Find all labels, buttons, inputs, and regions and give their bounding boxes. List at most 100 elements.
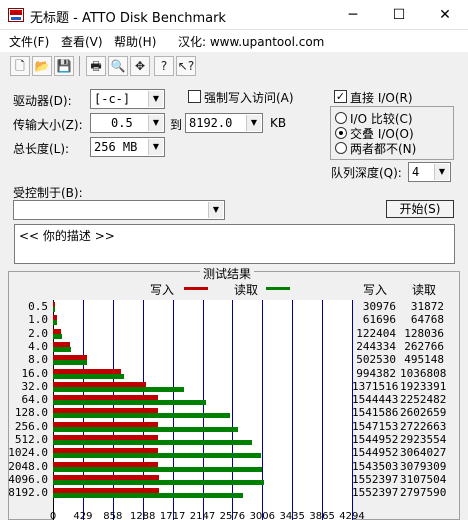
write-value: 1552397: [352, 486, 399, 500]
total-length-value: 256 MB: [94, 140, 138, 154]
read-value: 3064027: [400, 446, 447, 460]
read-bar: [53, 440, 252, 445]
read-value: 2722663: [400, 419, 447, 433]
y-tick-label: 0.5: [28, 300, 48, 313]
chevron-down-icon: ▼: [208, 202, 223, 218]
y-tick-label: 512.0: [14, 433, 48, 446]
queue-depth-label: 队列深度(Q):: [331, 166, 402, 180]
read-bar: [53, 400, 207, 406]
y-tick-label: 8.0: [28, 353, 48, 367]
read-bar: [53, 479, 265, 485]
write-value: 1371516: [352, 379, 399, 393]
menu-file[interactable]: 文件(F): [9, 33, 49, 50]
toolbar-separator: [79, 56, 80, 76]
read-value: 2923554: [400, 433, 447, 446]
controlled-by-select[interactable]: ▼: [13, 200, 225, 220]
chart-gridline: [292, 300, 294, 520]
total-length-label: 总长度(L):: [13, 142, 70, 156]
write-value: 1547153: [352, 419, 399, 433]
drive-label: 驱动器(D):: [13, 94, 72, 108]
total-length-select[interactable]: 256 MB ▼: [90, 137, 165, 157]
transfer-from-select[interactable]: 0.5 ▼: [90, 113, 165, 133]
move-icon[interactable]: ✥: [130, 56, 150, 76]
print-preview-icon[interactable]: 🔍: [108, 56, 128, 76]
chart-gridline: [262, 300, 264, 520]
read-value: 1036808: [400, 366, 447, 380]
neither-radio[interactable]: [335, 142, 347, 154]
y-tick-label: 256.0: [14, 419, 48, 433]
read-bar: [53, 307, 56, 312]
read-value: 262766: [404, 339, 444, 353]
direct-io-checkbox[interactable]: ✓: [334, 90, 347, 103]
minimize-button[interactable]: ─: [330, 0, 376, 30]
write-value: 1544952: [352, 433, 399, 446]
transfer-to-label: 到: [170, 118, 183, 132]
menu-view[interactable]: 查看(V): [61, 33, 103, 50]
x-tick-label: 4294: [339, 511, 365, 520]
read-bar: [53, 386, 184, 392]
help-icon[interactable]: ?: [154, 56, 174, 76]
queue-depth-value: 4: [412, 165, 420, 179]
description-text: << 你的描述 >>: [19, 229, 115, 243]
description-textarea[interactable]: << 你的描述 >>: [14, 224, 455, 264]
menu-help[interactable]: 帮助(H): [114, 33, 156, 50]
write-value: 994382: [356, 366, 396, 380]
start-button[interactable]: 开始(S): [386, 200, 454, 218]
transfer-to-value: 8192.0: [189, 116, 233, 130]
chart-gridline: [322, 300, 324, 520]
new-file-icon[interactable]: 🗋: [10, 56, 30, 76]
chevron-down-icon: ▼: [148, 91, 163, 107]
chevron-down-icon: ▼: [246, 115, 261, 131]
chevron-down-icon: ▼: [148, 115, 163, 131]
chevron-down-icon: ▼: [434, 164, 449, 180]
read-value: 31872: [410, 300, 444, 313]
transfer-from-value: 0.5: [111, 116, 133, 130]
y-tick-label: 2.0: [28, 326, 48, 340]
print-icon[interactable]: 🖶: [86, 56, 106, 76]
read-bar: [53, 493, 244, 499]
read-bar: [53, 466, 263, 472]
read-value: 495148: [404, 353, 444, 367]
write-value: 1552397: [352, 472, 399, 486]
transfer-size-label: 传输大小(Z):: [13, 118, 83, 132]
read-bar: [53, 346, 71, 352]
save-icon[interactable]: 💾: [54, 56, 74, 76]
window-title: 无标题 - ATTO Disk Benchmark: [30, 11, 226, 26]
open-folder-icon[interactable]: 📂: [32, 56, 52, 76]
write-value: 1541586: [352, 406, 399, 420]
y-tick-label: 4096.0: [8, 472, 48, 486]
read-value: 3107504: [400, 472, 447, 486]
read-value: 2252482: [400, 393, 447, 407]
drive-value: [-c-]: [94, 92, 131, 106]
read-bar: [53, 453, 262, 459]
force-write-checkbox[interactable]: [188, 90, 201, 103]
read-bar: [53, 373, 124, 379]
column-write-header: 写入: [363, 283, 388, 297]
controlled-by-label: 受控制于(B):: [13, 186, 83, 200]
legend-read-label: 读取: [234, 283, 259, 297]
overlapped-io-radio[interactable]: [335, 127, 347, 139]
read-bar: [53, 360, 87, 366]
read-value: 2797590: [400, 486, 447, 500]
read-bar: [53, 320, 58, 326]
write-value: 122404: [356, 326, 396, 340]
read-value: 64768: [410, 313, 444, 327]
menu-localization[interactable]: 汉化: www.upantool.com: [178, 33, 324, 50]
context-help-icon[interactable]: ↖?: [176, 56, 196, 76]
read-value: 128036: [404, 326, 444, 340]
legend-write-label: 写入: [150, 283, 175, 297]
y-tick-label: 128.0: [14, 406, 48, 420]
y-tick-label: 4.0: [28, 339, 48, 353]
close-button[interactable]: ✕: [422, 0, 468, 30]
drive-select[interactable]: [-c-] ▼: [90, 89, 165, 109]
maximize-button[interactable]: ☐: [376, 0, 422, 30]
write-value: 1544952: [352, 446, 399, 460]
transfer-to-select[interactable]: 8192.0 ▼: [185, 113, 263, 133]
write-value: 1543503: [352, 459, 399, 473]
read-bar: [53, 413, 230, 419]
results-title: 测试结果: [200, 265, 255, 282]
queue-depth-select[interactable]: 4 ▼: [408, 162, 451, 182]
io-compare-radio[interactable]: [335, 112, 347, 124]
direct-io-label: 直接 I/O(R): [350, 91, 413, 105]
column-read-header: 读取: [412, 283, 437, 297]
